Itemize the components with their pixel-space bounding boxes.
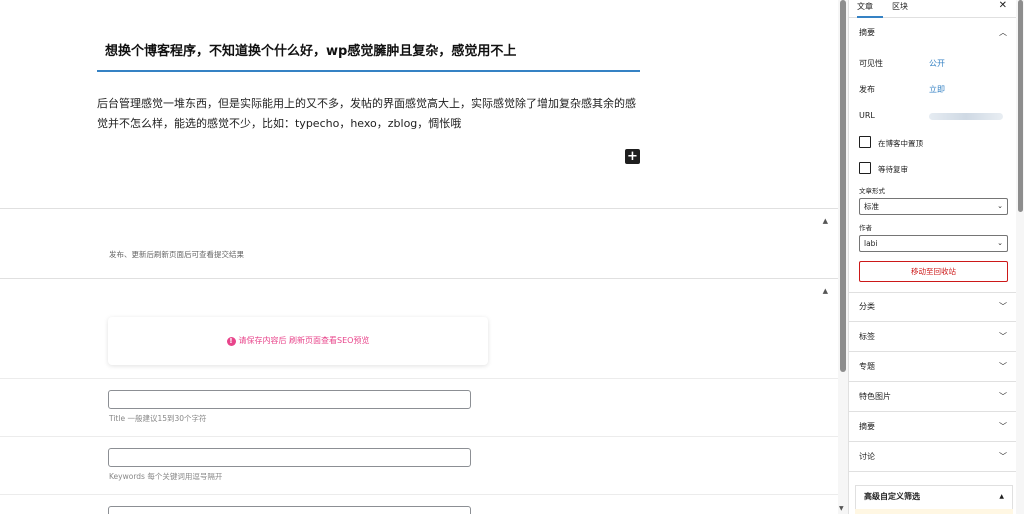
post-format-value: 标准 [864, 202, 879, 211]
advanced-filter-panel-header[interactable]: 高级自定义筛选 ▲ [855, 485, 1013, 509]
post-title[interactable]: 想换个博客程序，不知道换个什么好，wp感觉臃肿且复杂，感觉用不上 [97, 38, 640, 72]
scroll-down-icon[interactable]: ▼ [839, 505, 844, 512]
panel-title: 分类 [859, 302, 875, 311]
sticky-checkbox[interactable] [859, 136, 871, 148]
chevron-down-icon: ﹀ [999, 332, 1007, 341]
chevron-down-icon: ⌄ [997, 202, 1003, 210]
post-paragraph[interactable]: 后台管理感觉一堆东西，但是实际能用上的又不多，发帖的界面感觉高大上，实际感觉除了… [97, 94, 645, 134]
collapse-icon[interactable]: ▲ [823, 287, 828, 295]
seo-title-hint: Title 一般建议15到30个字符 [109, 414, 207, 423]
author-value: labi [864, 239, 878, 248]
pending-review-checkbox[interactable] [859, 162, 871, 174]
panel-featured-image[interactable]: 特色图片 ﹀ [849, 382, 1016, 412]
panel-title: 讨论 [859, 452, 875, 461]
divider [0, 378, 838, 379]
panel-title: 特色图片 [859, 392, 891, 401]
collapse-icon[interactable]: ▲ [823, 217, 828, 225]
panel-title: 专题 [859, 362, 875, 371]
scrollbar-thumb[interactable] [840, 0, 846, 372]
url-label: URL [859, 111, 875, 120]
publish-label: 发布 [859, 85, 875, 94]
advanced-filter-content [855, 509, 1013, 514]
settings-sidebar: 文章 区块 ✕ 摘要 ︿ 可见性 公开 发布 立即 URL 在博客中置顶 等待复… [848, 0, 1016, 514]
chevron-up-icon: ▲ [999, 493, 1004, 500]
summary-panel-header[interactable]: 摘要 ︿ [849, 18, 1016, 48]
panel-title: 标签 [859, 332, 875, 341]
panel-categories[interactable]: 分类 ﹀ [849, 292, 1016, 322]
panel-excerpt[interactable]: 摘要 ﹀ [849, 412, 1016, 442]
panel-discussion[interactable]: 讨论 ﹀ [849, 442, 1016, 472]
tab-block[interactable]: 区块 [892, 0, 914, 18]
seo-keywords-hint: Keywords 每个关键词用逗号隔开 [109, 472, 223, 481]
chevron-up-icon: ︿ [999, 28, 1007, 37]
divider [0, 494, 838, 495]
warning-icon: ! [226, 336, 236, 346]
editor-scrollbar[interactable]: ▼ [838, 0, 848, 514]
visibility-link[interactable]: 公开 [929, 58, 945, 69]
panel-tags[interactable]: 标签 ﹀ [849, 322, 1016, 352]
sidebar-tabs: 文章 区块 ✕ [849, 0, 1016, 18]
panel-title: 摘要 [859, 28, 875, 37]
url-link[interactable] [929, 113, 1003, 120]
post-format-label: 文章形式 [859, 187, 885, 195]
editor-canvas: 想换个博客程序，不知道换个什么好，wp感觉臃肿且复杂，感觉用不上 后台管理感觉一… [0, 0, 838, 514]
move-to-trash-button[interactable]: 移动至回收站 [859, 261, 1008, 282]
seo-notice-text: 请保存内容后 刷新页面查看SEO预览 [238, 336, 370, 345]
panel-title: 摘要 [859, 422, 875, 431]
chevron-down-icon: ﹀ [999, 392, 1007, 401]
pending-review-label: 等待复审 [878, 165, 908, 174]
chevron-down-icon: ﹀ [999, 302, 1007, 311]
author-label: 作者 [859, 224, 872, 232]
seo-title-input[interactable] [108, 390, 471, 409]
publish-meta-box: ▲ [0, 208, 838, 278]
publish-date-link[interactable]: 立即 [929, 84, 945, 95]
post-format-select[interactable]: 标准 ⌄ [859, 198, 1008, 215]
divider [0, 436, 838, 437]
chevron-down-icon: ﹀ [999, 422, 1007, 431]
author-select[interactable]: labi ⌄ [859, 235, 1008, 252]
tab-post[interactable]: 文章 [857, 0, 883, 18]
panel-title: 高级自定义筛选 [864, 492, 920, 501]
chevron-down-icon: ﹀ [999, 452, 1007, 461]
panel-topics[interactable]: 专题 ﹀ [849, 352, 1016, 382]
scrollbar-thumb[interactable] [1018, 0, 1023, 212]
seo-keywords-input[interactable] [108, 448, 471, 467]
sticky-label: 在博客中置顶 [878, 139, 923, 148]
seo-preview-notice: ! 请保存内容后 刷新页面查看SEO预览 [108, 317, 488, 365]
visibility-label: 可见性 [859, 59, 883, 68]
chevron-down-icon: ⌄ [997, 239, 1003, 247]
chevron-down-icon: ﹀ [999, 362, 1007, 371]
add-block-button[interactable]: + [625, 149, 640, 164]
publish-hint: 发布、更新后刷新页面后可查看提交结果 [109, 250, 244, 259]
sidebar-scrollbar[interactable] [1016, 0, 1024, 514]
seo-description-input[interactable] [108, 506, 471, 514]
close-icon[interactable]: ✕ [999, 0, 1007, 12]
